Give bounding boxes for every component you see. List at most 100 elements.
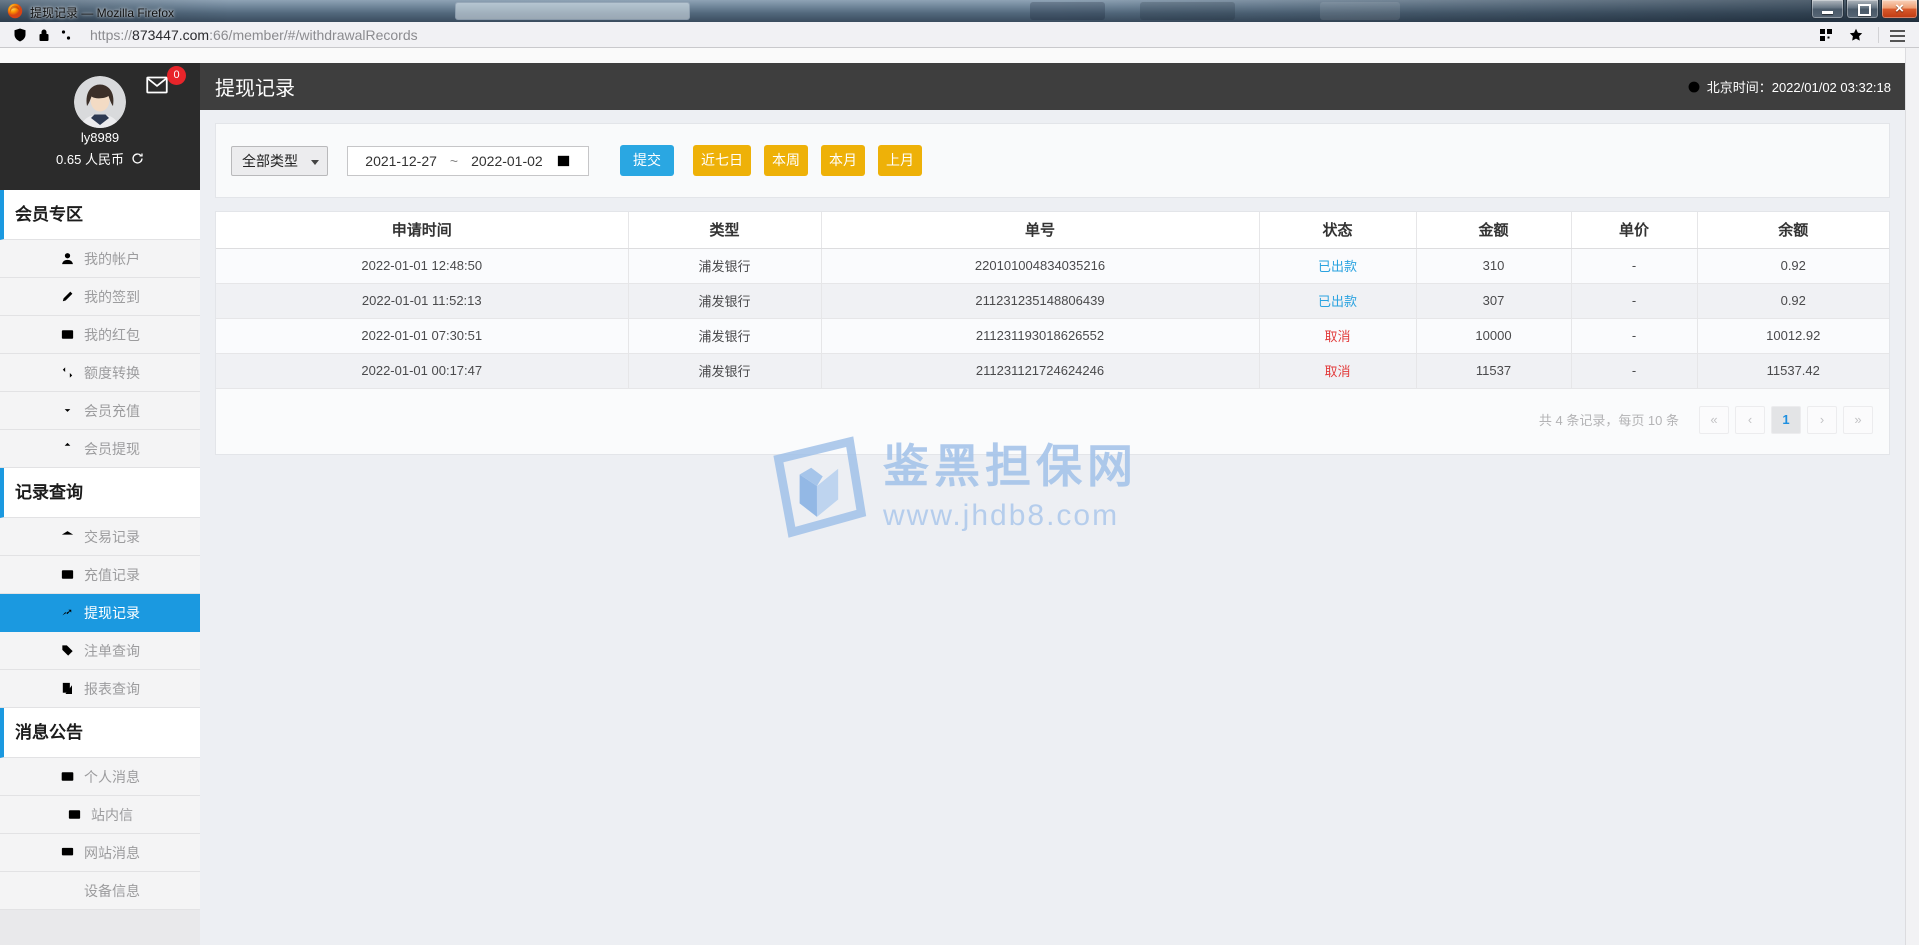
date-from: 2021-12-27 xyxy=(365,152,437,169)
aero-glass-reflection xyxy=(1140,2,1235,20)
tag-icon xyxy=(60,643,75,658)
page-title: 提现记录 xyxy=(215,78,295,100)
table-header-row: 申请时间 类型 单号 状态 金额 单价 余额 xyxy=(216,212,1889,249)
report-icon xyxy=(60,681,75,696)
sidebar-item-report-query[interactable]: 报表查询 xyxy=(0,670,200,708)
minimize-button[interactable] xyxy=(1811,0,1844,19)
card-icon xyxy=(60,567,75,582)
page-header: 提现记录 北京时间：2022/01/02 03:32:18 xyxy=(200,63,1905,110)
table-row: 2022-01-01 00:17:47 浦发银行 21123112172462424… xyxy=(216,353,1889,389)
restore-button[interactable] xyxy=(1846,0,1879,19)
page-1-button[interactable]: 1 xyxy=(1771,405,1801,434)
transfer-arrows-icon xyxy=(60,365,75,380)
sidebar-item-my-checkin[interactable]: 我的签到 xyxy=(0,278,200,316)
id-card-icon xyxy=(60,769,75,784)
aero-glass-reflection xyxy=(1030,2,1105,20)
page-top-strip xyxy=(0,48,1905,63)
first-page-button[interactable]: « xyxy=(1699,405,1729,434)
table-row: 2022-01-01 11:52:13 浦发银行 21123123514880643… xyxy=(216,283,1889,319)
close-button[interactable] xyxy=(1881,0,1918,19)
sidebar-item-transaction-records[interactable]: 交易记录 xyxy=(0,518,200,556)
sidebar-item-quota-transfer[interactable]: 额度转换 xyxy=(0,354,200,392)
sidebar-item-device-info[interactable]: 设备信息 xyxy=(0,872,200,910)
avatar[interactable] xyxy=(74,63,126,128)
user-icon xyxy=(60,251,75,266)
type-select[interactable]: 全部类型 xyxy=(231,145,328,176)
sidebar-item-my-account[interactable]: 我的帐户 xyxy=(0,240,200,278)
titlebar: 提现记录 — Mozilla Firefox xyxy=(0,0,1919,22)
address-field[interactable]: https://873447.com:66/member/#/withdrawa… xyxy=(90,27,418,43)
aero-glass-reflection xyxy=(1320,2,1400,20)
col-apply-time: 申请时间 xyxy=(216,212,629,249)
sidebar-item-withdraw[interactable]: 会员提现 xyxy=(0,430,200,468)
status-badge: 取消 xyxy=(1259,353,1417,389)
refresh-icon[interactable] xyxy=(131,152,144,165)
aero-glass-reflection xyxy=(455,2,690,20)
date-to: 2022-01-02 xyxy=(471,152,543,169)
this-month-button[interactable]: 本月 xyxy=(821,145,865,176)
records-panel: 申请时间 类型 单号 状态 金额 单价 余额 2022-01-01 12:48:… xyxy=(215,211,1890,455)
download-icon xyxy=(60,403,75,418)
col-type: 类型 xyxy=(628,212,822,249)
urlbar: https://873447.com:66/member/#/withdrawa… xyxy=(0,22,1919,48)
last-7-days-button[interactable]: 近七日 xyxy=(693,145,751,176)
this-week-button[interactable]: 本周 xyxy=(764,145,808,176)
sidebar-item-deposit-records[interactable]: 充值记录 xyxy=(0,556,200,594)
col-amount: 金额 xyxy=(1416,212,1572,249)
sidebar: 0 ly8989 0.65 人民币 会员专区 我的帐户 我的签到 我的红包 额度… xyxy=(0,63,200,945)
status-badge: 已出款 xyxy=(1259,248,1417,284)
pencil-icon xyxy=(60,289,75,304)
balance: 0.65 人民币 xyxy=(56,152,124,167)
window-title: 提现记录 — Mozilla Firefox xyxy=(30,6,175,20)
sidebar-item-site-messages[interactable]: 网站消息 xyxy=(0,834,200,872)
sidebar-item-personal-messages[interactable]: 个人消息 xyxy=(0,758,200,796)
sidebar-section-records: 记录查询 xyxy=(0,468,200,518)
browser-window: 提现记录 — Mozilla Firefox https://873447.co… xyxy=(0,0,1919,945)
watermark-url: www.jhdb8.com xyxy=(883,499,1120,532)
table-row: 2022-01-01 12:48:50 浦发银行 22010100483403521… xyxy=(216,248,1889,284)
last-page-button[interactable]: » xyxy=(1843,405,1873,434)
table-row: 2022-01-01 07:30:51 浦发银行 21123119301862655… xyxy=(216,318,1889,354)
sidebar-item-withdrawal-records[interactable]: 提现记录 xyxy=(0,594,200,632)
bookmark-star-icon[interactable] xyxy=(1848,27,1864,43)
sidebar-item-site-mail[interactable]: 站内信 xyxy=(0,796,200,834)
pagination: 共 4 条记录，每页 10 条 « ‹ 1 › » xyxy=(216,405,1889,434)
qr-code-icon[interactable] xyxy=(1818,27,1834,43)
envelope-icon xyxy=(67,807,82,822)
col-unit-price: 单价 xyxy=(1571,212,1698,249)
mail-badge: 0 xyxy=(167,66,186,85)
date-separator: ~ xyxy=(449,152,459,169)
sidebar-item-deposit[interactable]: 会员充值 xyxy=(0,392,200,430)
main-content: 全部类型 2021-12-27 ~ 2022-01-02 提交 近七日 本周 本… xyxy=(200,110,1905,945)
chevron-down-icon xyxy=(311,159,319,165)
filter-bar: 全部类型 2021-12-27 ~ 2022-01-02 提交 近七日 本周 本… xyxy=(215,123,1890,198)
tracking-protection-shield-icon[interactable] xyxy=(12,27,28,43)
url-scheme: https:// xyxy=(90,27,133,43)
envelope-icon xyxy=(60,327,75,342)
bank-icon xyxy=(60,529,75,544)
prev-page-button[interactable]: ‹ xyxy=(1735,405,1765,434)
lock-icon[interactable] xyxy=(36,27,52,43)
records-summary: 共 4 条记录，每页 10 条 xyxy=(1538,413,1679,428)
status-badge: 已出款 xyxy=(1259,283,1417,319)
scrollbar[interactable] xyxy=(1905,48,1919,945)
calendar-icon[interactable] xyxy=(556,153,571,168)
clock-icon xyxy=(1687,80,1701,94)
chart-icon xyxy=(60,605,75,620)
last-month-button[interactable]: 上月 xyxy=(878,145,922,176)
submit-button[interactable]: 提交 xyxy=(620,145,674,176)
user-panel: 0 ly8989 0.65 人民币 xyxy=(0,63,200,190)
status-badge: 取消 xyxy=(1259,318,1417,354)
next-page-button[interactable]: › xyxy=(1807,405,1837,434)
sidebar-item-my-redpacket[interactable]: 我的红包 xyxy=(0,316,200,354)
sidebar-section-member: 会员专区 xyxy=(0,190,200,240)
toolbar-divider xyxy=(1878,27,1879,43)
menu-icon[interactable] xyxy=(1890,30,1905,32)
sidebar-item-bet-query[interactable]: 注单查询 xyxy=(0,632,200,670)
col-order-no: 单号 xyxy=(821,212,1260,249)
date-range-input[interactable]: 2021-12-27 ~ 2022-01-02 xyxy=(347,145,589,176)
info-icon xyxy=(60,883,75,898)
url-host: 873447.com xyxy=(132,27,210,43)
permissions-icon[interactable] xyxy=(58,27,74,43)
col-status: 状态 xyxy=(1259,212,1417,249)
